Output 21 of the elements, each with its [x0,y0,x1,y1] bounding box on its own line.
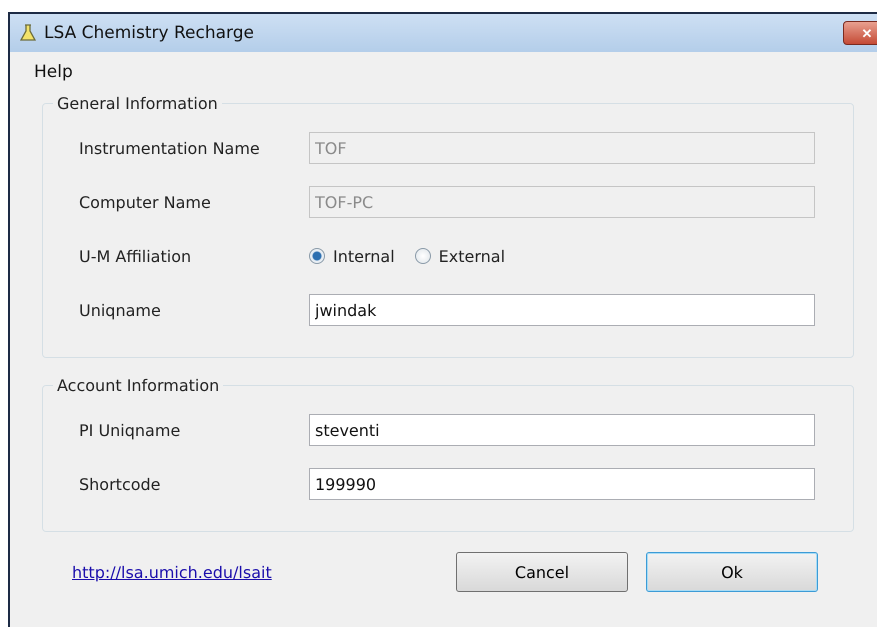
radio-option[interactable]: Internal [309,246,395,266]
field-label: U-M Affiliation [79,246,192,266]
group-title: Account Information [56,376,220,395]
window-title: LSA Chemistry Recharge [44,23,254,43]
field-label: Shortcode [79,474,162,494]
group-title: General Information [56,94,219,113]
text-field[interactable]: steventi [309,414,815,446]
text-field[interactable]: 199990 [309,468,815,500]
menu-item[interactable]: Help [24,58,83,86]
field-label: Uniqname [79,300,162,320]
field-label: PI Uniqname [79,420,182,440]
dialog-button[interactable]: Cancel [456,552,628,592]
field-label: Instrumentation Name [79,138,261,158]
field-label: Computer Name [79,192,212,212]
radio-label: External [438,246,506,266]
radio-label: Internal [333,246,395,266]
dialog-button[interactable]: Ok [646,552,818,592]
text-field[interactable]: jwindak [309,294,815,326]
flask-icon [20,24,36,42]
radio-option[interactable]: External [414,246,506,266]
website-link[interactable]: http://lsa.umich.edu/lsait [72,562,456,582]
